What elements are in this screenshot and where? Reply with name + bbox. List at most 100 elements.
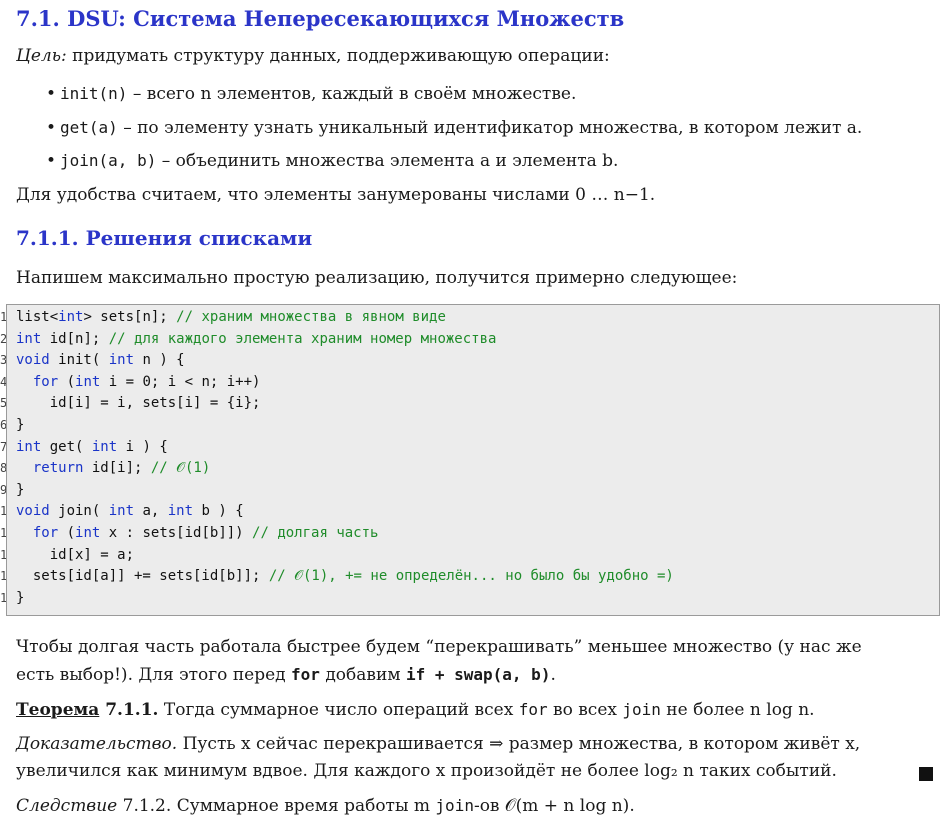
code-line: for (int i = 0; i < n; i++) xyxy=(16,373,261,390)
code-text: id[i]; xyxy=(83,460,151,477)
code-keyword: int xyxy=(91,438,118,455)
bullet-code: join(a, b) xyxy=(60,151,157,170)
para1-text: . xyxy=(550,665,556,685)
code-keyword: int xyxy=(16,438,42,455)
code-line-number: 13 xyxy=(0,569,6,584)
code-line-number: 11 xyxy=(0,526,6,540)
code-line-number: 12 xyxy=(0,547,6,562)
subsection-number: 7.1.1. xyxy=(16,226,79,250)
code-line: void init( int n ) { xyxy=(16,352,185,368)
proof-text: увеличился как минимум вдвое. Для каждог… xyxy=(16,761,837,781)
proof-label: Доказательство. xyxy=(16,734,178,754)
code-text: > sets[n]; xyxy=(83,309,177,325)
intro-line: Напишем максимально простую реализацию, … xyxy=(16,268,738,288)
code-line: } xyxy=(16,482,24,498)
code-text: i = 0; i < n; i++) xyxy=(100,373,261,390)
section-number: 7.1. xyxy=(16,6,60,31)
code-line: id[x] = a; xyxy=(16,547,134,563)
bullet-text: – объединить множества элемента a и элем… xyxy=(156,151,619,171)
code-line: id[i] = i, sets[i] = {i}; xyxy=(16,395,261,412)
code-text: ( xyxy=(58,373,76,390)
code-text: } xyxy=(16,481,25,498)
proof-line1: Доказательство. Пусть x сейчас перекраши… xyxy=(16,734,860,754)
code-line-number: 2 xyxy=(0,331,6,346)
theorem-line: Теорема 7.1.1. Тогда суммарное число опе… xyxy=(16,700,815,720)
code-text: i ) { xyxy=(117,438,168,455)
bullet-init: • init(n) – всего n элементов, каждый в с… xyxy=(46,84,576,104)
code-text: x : sets[id[b]]) xyxy=(100,525,253,541)
code-comment: // для каждого элемента храним номер мно… xyxy=(108,330,497,347)
theorem-number: 7.1.1. xyxy=(99,700,159,720)
code-keyword: int xyxy=(108,352,135,369)
code-line-number: 14 xyxy=(0,590,6,605)
theorem-text: не более n log n. xyxy=(660,700,815,720)
code-keyword: void xyxy=(16,503,50,520)
code-line: int get( int i ) { xyxy=(16,439,168,455)
proof-line2: увеличился как минимум вдвое. Для каждог… xyxy=(16,761,837,781)
proof-text: Пусть x сейчас перекрашивается ⇒ размер … xyxy=(177,734,861,754)
code-line: list<int> sets[n]; // храним множества в… xyxy=(16,309,446,325)
code-line-number: 5 xyxy=(0,396,6,411)
code-text: list< xyxy=(16,309,59,325)
code-text: } xyxy=(16,417,25,433)
code-comment: // 𝒪(1), += не определён... но было бы у… xyxy=(268,568,674,585)
section-title: DSU: Система Непересекающихся Множеств xyxy=(67,6,625,31)
code-text: join( xyxy=(49,503,109,520)
bullet-text: – по элементу узнать уникальный идентифи… xyxy=(117,118,863,138)
code-line: for (int x : sets[id[b]]) // долгая част… xyxy=(16,525,379,541)
code-keyword: int xyxy=(75,373,101,390)
code-line: int id[n]; // для каждого элемента храни… xyxy=(16,331,496,347)
code-keyword: int xyxy=(75,525,101,541)
para1-text: есть выбор!). Для этого перед xyxy=(16,665,292,685)
code-keyword: return xyxy=(32,460,84,477)
code-text: id[x] = a; xyxy=(16,546,135,563)
para1-line1: Чтобы долгая часть работала быстрее буде… xyxy=(16,637,862,657)
document-page: 7.1. DSU: Система Непересекающихся Множе… xyxy=(0,0,949,825)
para1-code-for: for xyxy=(291,665,320,684)
bullet-text: – всего n элементов, каждый в своём множ… xyxy=(127,84,577,104)
corollary-label: Следствие xyxy=(16,796,118,816)
code-line-number: 7 xyxy=(0,439,6,454)
bullet-get: • get(a) – по элементу узнать уникальный … xyxy=(46,118,862,138)
bullet-code: get(a) xyxy=(60,118,118,137)
corollary-code: join xyxy=(435,796,474,815)
code-keyword: void xyxy=(16,352,50,369)
para1-line2: есть выбор!). Для этого перед for добави… xyxy=(16,665,556,685)
theorem-label: Теорема xyxy=(16,700,100,720)
code-line: sets[id[a]] += sets[id[b]]; // 𝒪(1), += … xyxy=(16,568,674,584)
subsection-heading: 7.1.1. Решения списками xyxy=(16,226,312,250)
theorem-text: во всех xyxy=(547,700,623,720)
goal-text: придумать структуру данных, поддерживающ… xyxy=(66,46,610,66)
code-line-number: 10 xyxy=(0,504,6,519)
code-text: id[n]; xyxy=(41,330,109,347)
code-line-number: 9 xyxy=(0,482,6,497)
code-text: id[i] = i, sets[i] = {i}; xyxy=(16,395,261,412)
code-keyword: int xyxy=(16,330,42,347)
code-line: } xyxy=(16,417,24,433)
note-line: Для удобства считаем, что элементы занум… xyxy=(16,185,656,205)
bullet-dot: • xyxy=(46,151,57,171)
code-line-number: 3 xyxy=(0,353,6,368)
code-line-number: 8 xyxy=(0,461,6,476)
corollary-line: Следствие 7.1.2. Суммарное время работы … xyxy=(16,796,635,816)
qed-square xyxy=(919,765,933,784)
code-text: sets[id[a]] += sets[id[b]]; xyxy=(16,568,269,585)
para1-code-swap: if + swap(a, b) xyxy=(405,665,551,684)
bullet-dot: • xyxy=(46,118,57,138)
code-comment: // 𝒪(1) xyxy=(150,460,211,477)
code-line-number: 1 xyxy=(0,310,6,324)
subsection-title: Решения списками xyxy=(85,226,313,250)
code-keyword: int xyxy=(167,503,194,520)
corollary-text: -ов 𝒪(m + n log n). xyxy=(473,796,635,816)
goal-line: Цель: придумать структуру данных, поддер… xyxy=(16,46,610,66)
code-keyword: for xyxy=(32,373,59,390)
code-keyword: int xyxy=(58,309,84,325)
bullet-join: • join(a, b) – объединить множества элеме… xyxy=(46,151,618,171)
code-text: a, xyxy=(134,503,168,520)
theorem-code-join: join xyxy=(622,700,661,719)
bullet-code: init(n) xyxy=(60,84,128,103)
code-text: n ) { xyxy=(134,352,185,369)
code-text: } xyxy=(16,589,25,606)
code-keyword: for xyxy=(32,525,59,541)
